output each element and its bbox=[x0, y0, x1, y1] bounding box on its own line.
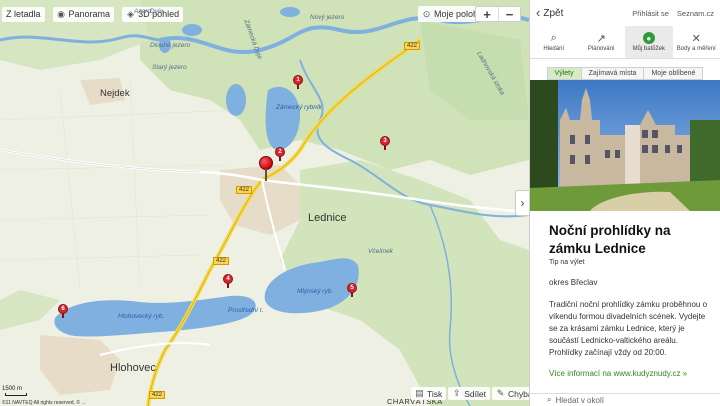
panel-header: ‹ Zpět Přihlásit se Seznam.cz bbox=[530, 0, 720, 26]
pin-tail bbox=[279, 156, 281, 161]
panel-nav: ⌕ Hledání ↗ Plánování ● Můj batůžek ✕ Bo… bbox=[530, 26, 720, 59]
road-sign-422: 422 bbox=[236, 186, 253, 194]
map-label-prostredni: Prostřední r. bbox=[228, 307, 264, 314]
trip-description: Tradiční noční prohlídky zámku proběhnou… bbox=[549, 300, 708, 357]
map-label-stary: Starý jezero bbox=[152, 64, 187, 71]
panorama-label: Panorama bbox=[68, 9, 111, 19]
panel-tabs: Výlety Zajímavá místa Moje oblíbené bbox=[530, 67, 720, 80]
report-error-label: Chyba? bbox=[508, 388, 529, 399]
zoom-control: + − bbox=[475, 6, 521, 22]
map-pin[interactable]: 4 bbox=[223, 274, 233, 288]
nav-backpack[interactable]: ● Můj batůžek bbox=[625, 26, 673, 58]
nearby-search-input[interactable] bbox=[555, 395, 696, 405]
nav-search-label: Hledání bbox=[543, 46, 565, 52]
map-pin[interactable]: 3 bbox=[380, 136, 390, 150]
chevron-right-icon: › bbox=[520, 196, 525, 210]
selected-pin-tail bbox=[265, 169, 267, 181]
road-sign-422: 422 bbox=[213, 257, 230, 265]
scale-label: 1500 m bbox=[2, 386, 23, 392]
selected-location-pin[interactable] bbox=[259, 156, 273, 182]
map-copyright: ©11 NAVTEQ All rights reserved, © ... bbox=[2, 400, 86, 406]
map-label-dlouhe: Dlouhé jezero bbox=[150, 42, 191, 49]
search-icon: ⌕ bbox=[547, 395, 552, 404]
eye-icon: ◉ bbox=[57, 8, 65, 19]
back-button[interactable]: ‹ Zpět bbox=[536, 5, 564, 20]
aerial-view-button[interactable]: Z letadla bbox=[2, 6, 45, 22]
tab-favorites[interactable]: Moje oblíbené bbox=[644, 67, 704, 80]
aerial-label: Z letadla bbox=[6, 9, 41, 19]
map-canvas[interactable] bbox=[0, 0, 529, 406]
side-panel: ‹ Zpět Přihlásit se Seznam.cz ⌕ Hledání … bbox=[529, 0, 720, 406]
nav-search[interactable]: ⌕ Hledání bbox=[530, 26, 578, 58]
map-view[interactable]: Z letadla ◉ Panorama ◈ 3D pohled ⊙ Moje … bbox=[0, 0, 529, 406]
collapse-panel-button[interactable]: › bbox=[515, 190, 529, 216]
pin-tail bbox=[351, 292, 353, 297]
map-label-novy-jezero: Nový jezero bbox=[310, 14, 345, 21]
share-icon: ⇪ bbox=[452, 388, 461, 398]
map-pin[interactable]: 2 bbox=[275, 147, 285, 161]
tab-places[interactable]: Zajímavá místa bbox=[581, 67, 645, 80]
backpack-icon: ● bbox=[642, 32, 655, 44]
map-label-lednice: Lednice bbox=[308, 212, 347, 224]
map-bottom-tools: ▤ Tisk ⇪ Sdílet ✎ Chyba? bbox=[411, 387, 529, 400]
measure-icon: ✕ bbox=[691, 32, 701, 45]
map-pin[interactable]: 1 bbox=[293, 75, 303, 89]
zoom-in-button[interactable]: + bbox=[476, 7, 498, 22]
map-label-nejdek: Nejdek bbox=[100, 88, 130, 99]
map-label-hlohovecky: Hlohovecký ryb. bbox=[118, 313, 165, 320]
more-info-link[interactable]: Více informací na www.kudyznudy.cz » bbox=[549, 369, 713, 378]
app-root: Z letadla ◉ Panorama ◈ 3D pohled ⊙ Moje … bbox=[0, 0, 720, 406]
zoom-out-button[interactable]: − bbox=[498, 7, 520, 22]
nav-measure-label: Body a měření bbox=[676, 46, 716, 52]
seznam-link[interactable]: Seznam.cz bbox=[677, 9, 714, 18]
share-label: Sdílet bbox=[464, 388, 487, 399]
map-label-azard: Azard bbox=[134, 8, 151, 15]
pin-tail bbox=[62, 313, 64, 318]
tab-trips[interactable]: Výlety bbox=[546, 67, 582, 80]
login-link[interactable]: Přihlásit se bbox=[632, 9, 669, 18]
back-label: Zpět bbox=[543, 7, 564, 19]
map-label-vcelinek: Včelínek bbox=[368, 248, 393, 255]
route-icon: ↗ bbox=[596, 32, 606, 45]
pin-tail bbox=[297, 84, 299, 89]
panorama-button[interactable]: ◉ Panorama bbox=[52, 6, 115, 22]
share-button[interactable]: ⇪ Sdílet bbox=[448, 387, 491, 400]
trip-type: Tip na výlet bbox=[549, 259, 585, 266]
trip-detail: Noční prohlídky na zámku Lednice Tip na … bbox=[549, 222, 713, 378]
pin-tail bbox=[384, 145, 386, 150]
nearby-search: ⌕ bbox=[530, 393, 720, 406]
map-scale: 1500 m bbox=[2, 386, 27, 396]
map-pin[interactable]: 5 bbox=[347, 283, 357, 297]
pencil-icon: ✎ bbox=[496, 388, 505, 398]
chateau-photo bbox=[530, 80, 720, 211]
road-sign-422: 422 bbox=[404, 42, 421, 50]
map-label-zamecky-rybnik: Zámecký rybník bbox=[276, 104, 322, 111]
map-pin[interactable]: 6 bbox=[58, 304, 68, 318]
nav-measure[interactable]: ✕ Body a měření bbox=[673, 26, 720, 58]
nav-planning[interactable]: ↗ Plánování bbox=[578, 26, 626, 58]
nav-backpack-label: Můj batůžek bbox=[632, 46, 665, 52]
printer-icon: ▤ bbox=[415, 388, 424, 398]
selected-pin-head bbox=[259, 156, 273, 170]
header-links: Přihlásit se Seznam.cz bbox=[632, 9, 714, 18]
print-label: Tisk bbox=[427, 388, 443, 399]
scale-bar bbox=[5, 393, 27, 396]
road-sign-422: 422 bbox=[149, 391, 166, 399]
search-icon: ⌕ bbox=[550, 31, 557, 44]
map-label-dyje: Dyje bbox=[150, 8, 164, 15]
chevron-left-icon: ‹ bbox=[536, 5, 541, 20]
report-error-button[interactable]: ✎ Chyba? bbox=[492, 387, 529, 400]
nav-planning-label: Plánování bbox=[587, 46, 615, 52]
crosshair-icon: ⊙ bbox=[422, 8, 431, 19]
map-label-mlynsky: Mlýnský ryb. bbox=[297, 288, 334, 295]
pin-tail bbox=[227, 283, 229, 288]
map-label-hlohovec: Hlohovec bbox=[110, 362, 156, 374]
trip-title: Noční prohlídky na zámku Lednice bbox=[549, 223, 671, 256]
print-button[interactable]: ▤ Tisk bbox=[411, 387, 447, 400]
trip-district: okres Břeclav bbox=[549, 278, 598, 287]
